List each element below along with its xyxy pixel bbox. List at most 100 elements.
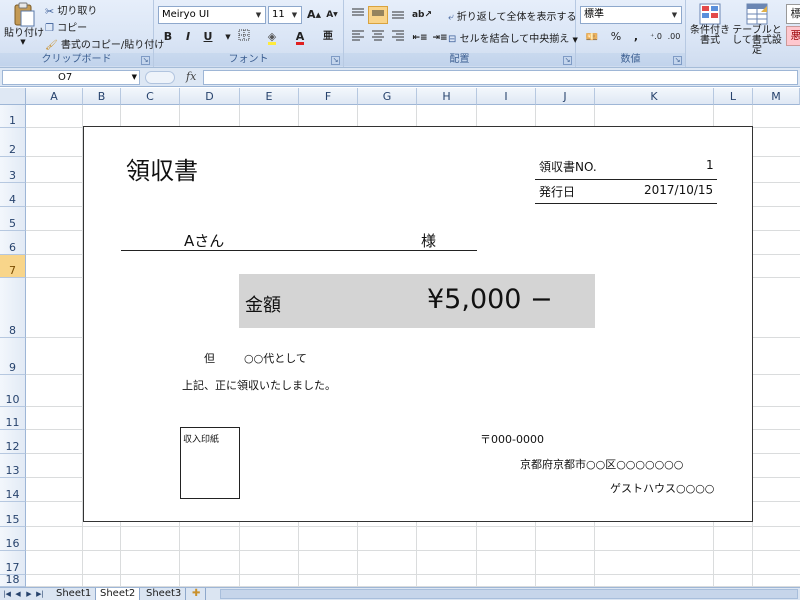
phonetic-button[interactable]: 亜 [318, 28, 338, 46]
row-header-10[interactable]: 10 [0, 375, 26, 407]
cut-button[interactable]: ✂ 切り取り [45, 2, 97, 18]
sheet-tab-sheet3[interactable]: Sheet3 [142, 588, 187, 600]
name-box[interactable]: O7 ▼ [2, 70, 140, 85]
row-header-7[interactable]: 7 [0, 255, 26, 278]
font-color-button[interactable]: A [290, 28, 310, 46]
decrease-decimal-button[interactable]: .00 [664, 28, 684, 46]
border-icon [238, 29, 250, 41]
column-header-a[interactable]: A [26, 88, 83, 105]
underline-button[interactable]: U [198, 28, 218, 46]
column-header-g[interactable]: G [358, 88, 417, 105]
insert-function-button[interactable]: fx [186, 70, 196, 83]
row-header-12[interactable]: 12 [0, 430, 26, 454]
border-button[interactable] [234, 28, 254, 46]
column-header-b[interactable]: B [83, 88, 121, 105]
number-launcher-icon[interactable]: ↘ [673, 56, 682, 65]
column-header-f[interactable]: F [299, 88, 358, 105]
fill-color-button[interactable]: ◈ [262, 28, 282, 46]
row-header-15[interactable]: 15 [0, 502, 26, 527]
conditional-format-button[interactable]: 条件付き書式 [690, 2, 730, 46]
row-header-16[interactable]: 16 [0, 527, 26, 551]
italic-button[interactable]: I [178, 28, 198, 46]
receipt-note: 上記、正に領収いたしました。 [182, 379, 336, 392]
row-header-4[interactable]: 4 [0, 183, 26, 207]
row-header-13[interactable]: 13 [0, 454, 26, 478]
align-left-button[interactable] [348, 28, 368, 46]
horizontal-scrollbar[interactable] [220, 589, 798, 599]
font-name-combo[interactable]: Meiryo UI ▼ [158, 6, 266, 24]
row-header-5[interactable]: 5 [0, 207, 26, 231]
sheet-tab-sheet1[interactable]: Sheet1 [52, 588, 97, 600]
column-header-e[interactable]: E [240, 88, 299, 105]
chevron-down-icon: ▼ [20, 38, 26, 46]
increase-indent-button[interactable]: ⇥≡ [430, 28, 450, 46]
column-header-i[interactable]: I [477, 88, 536, 105]
row-header-1[interactable]: 1 [0, 105, 26, 128]
font-size-combo[interactable]: 11 ▼ [268, 6, 302, 24]
clipboard-launcher-icon[interactable]: ↘ [141, 56, 150, 65]
last-sheet-icon[interactable]: ▶| [35, 588, 45, 600]
formula-input[interactable] [203, 70, 798, 85]
percent-button[interactable]: % [606, 28, 626, 46]
align-middle-button[interactable] [368, 6, 388, 24]
alignment-launcher-icon[interactable]: ↘ [563, 56, 572, 65]
first-sheet-icon[interactable]: |◀ [2, 588, 12, 600]
decrease-indent-button[interactable]: ⇤≡ [410, 28, 430, 46]
align-top-icon [352, 8, 364, 16]
align-top-button[interactable] [348, 6, 368, 24]
align-right-button[interactable] [388, 28, 408, 46]
scissors-icon: ✂ [45, 4, 55, 18]
increase-decimal-button[interactable]: ⁺.0 [646, 28, 666, 46]
column-header-d[interactable]: D [180, 88, 240, 105]
prev-sheet-icon[interactable]: ◀ [13, 588, 23, 600]
column-header-j[interactable]: J [536, 88, 595, 105]
row-header-8[interactable]: 8 [0, 278, 26, 338]
formula-splitter[interactable] [145, 71, 175, 84]
row-header-3[interactable]: 3 [0, 157, 26, 183]
comma-button[interactable]: , [626, 28, 646, 46]
merge-center-label: セルを結合して中央揃え [459, 34, 570, 45]
column-header-h[interactable]: H [417, 88, 477, 105]
bold-button[interactable]: B [158, 28, 178, 46]
row-header-6[interactable]: 6 [0, 231, 26, 255]
column-header-k[interactable]: K [595, 88, 714, 105]
format-painter-button[interactable]: 🖌 書式のコピー/貼り付け [45, 36, 164, 52]
chevron-down-icon: ▼ [131, 73, 137, 81]
copy-button[interactable]: ❐ コピー [45, 19, 87, 35]
sheet-tab-sheet2[interactable]: Sheet2 [96, 588, 141, 600]
merge-cells-icon: ⊟ [448, 33, 457, 45]
row-header-18[interactable]: 18 [0, 574, 26, 587]
shrink-font-button[interactable]: A▼ [322, 6, 342, 24]
column-header-l[interactable]: L [714, 88, 753, 105]
row-header-14[interactable]: 14 [0, 478, 26, 502]
cut-label: 切り取り [57, 6, 98, 17]
orientation-button[interactable]: ab↗ [410, 6, 434, 24]
align-bottom-button[interactable] [388, 6, 408, 24]
grow-font-button[interactable]: A▲ [304, 6, 324, 24]
number-format-value: 標準 [584, 9, 604, 20]
merge-center-button[interactable]: ⊟ セルを結合して中央揃え ▼ [448, 30, 578, 46]
select-all-corner[interactable] [0, 88, 26, 105]
row-header-17[interactable]: 17 [0, 551, 26, 575]
format-as-table-button[interactable]: テーブルとして書式設定 [732, 2, 782, 56]
number-format-combo[interactable]: 標準 ▼ [580, 6, 682, 24]
sheet-tab-bar: |◀ ◀ ▶ ▶| Sheet1 Sheet2 Sheet3 ✚ [0, 587, 800, 600]
styles-group: 条件付き書式 テーブルとして書式設定 標 悪 [686, 0, 800, 67]
row-header-11[interactable]: 11 [0, 407, 26, 430]
font-launcher-icon[interactable]: ↘ [331, 56, 340, 65]
insert-sheet-icon[interactable]: ✚ [188, 588, 206, 600]
row-header-2[interactable]: 2 [0, 128, 26, 157]
wrap-text-button[interactable]: ⤶ 折り返して全体を表示する [448, 8, 577, 24]
clipboard-group-label: クリップボード [0, 53, 153, 66]
currency-button[interactable]: 💴 [580, 28, 604, 46]
copy-icon: ❐ [45, 22, 54, 34]
amount-value: ¥5,000 − [427, 284, 553, 315]
paste-button[interactable]: 貼り付け ▼ [4, 2, 44, 46]
align-center-button[interactable] [368, 28, 388, 46]
column-header-c[interactable]: C [121, 88, 180, 105]
cell-style-bad[interactable]: 悪 [786, 26, 800, 46]
row-header-9[interactable]: 9 [0, 338, 26, 375]
cell-style-normal[interactable]: 標 [786, 4, 800, 24]
next-sheet-icon[interactable]: ▶ [24, 588, 34, 600]
column-header-m[interactable]: M [753, 88, 800, 105]
